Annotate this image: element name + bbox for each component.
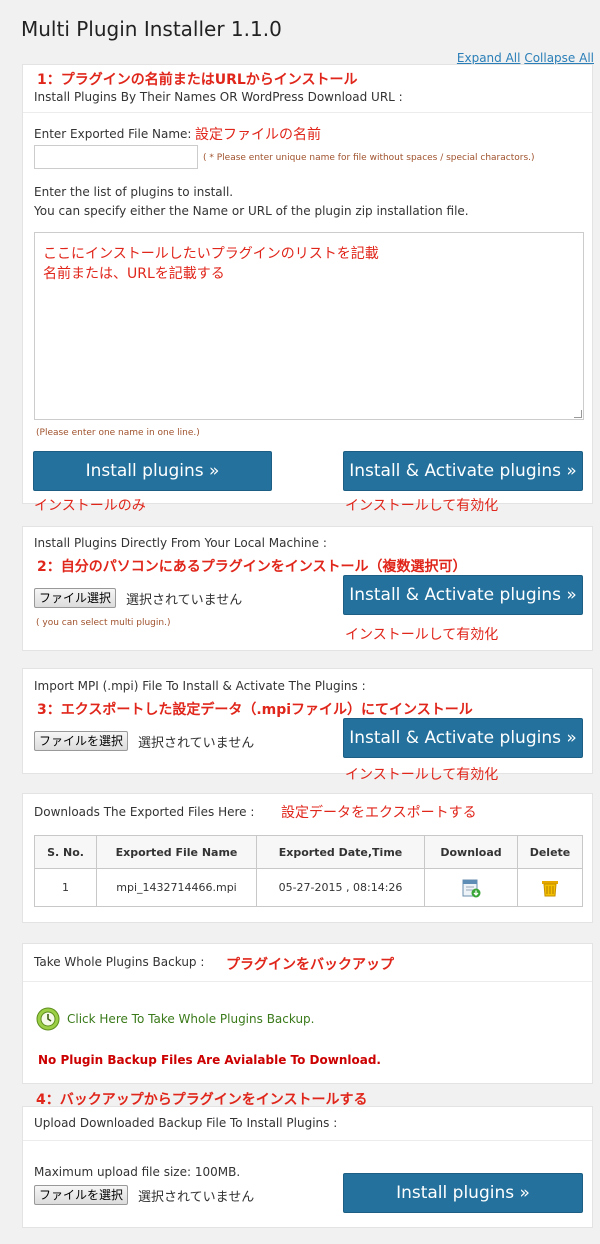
install-by-name-panel: 1：プラグインの名前またはURLからインストール Install Plugins… — [22, 64, 593, 514]
col-file-name: Exported File Name — [96, 835, 257, 869]
install-plugins-button[interactable]: Install plugins » — [33, 451, 272, 491]
section-3-heading: Import MPI (.mpi) File To Install & Acti… — [34, 679, 366, 693]
section-1-heading: Install Plugins By Their Names OR WordPr… — [34, 90, 403, 104]
textarea-line-2: 名前または、URLを記載する — [43, 266, 225, 282]
choose-files-button[interactable]: ファイル選択 — [34, 588, 117, 608]
no-backup-message: No Plugin Backup Files Are Avialable To … — [38, 1053, 381, 1067]
multi-select-note: ( you can select multi plugin.) — [36, 618, 171, 628]
import-mpi-panel: Import MPI (.mpi) File To Install & Acti… — [22, 668, 593, 783]
download-file-icon[interactable] — [460, 877, 482, 899]
col-datetime: Exported Date,Time — [256, 835, 425, 869]
row-sno: 1 — [34, 868, 97, 907]
upload-backup-panel: Upload Downloaded Backup File To Install… — [22, 1106, 593, 1228]
section-6-heading: Upload Downloaded Backup File To Install… — [34, 1116, 338, 1130]
install-backup-plugins-button[interactable]: Install plugins » — [343, 1173, 583, 1213]
trash-icon[interactable] — [539, 877, 561, 899]
local-machine-panel: Install Plugins Directly From Your Local… — [22, 526, 593, 651]
col-sno: S. No. — [34, 835, 97, 869]
row-datetime: 05-27-2015 , 08:14:26 — [256, 868, 425, 907]
exported-file-name-input[interactable] — [34, 145, 198, 169]
col-delete: Delete — [517, 835, 583, 869]
panel-header: Take Whole Plugins Backup : プラグインをバックアップ — [23, 944, 592, 982]
delete-cell — [517, 868, 583, 907]
backup-clock-icon[interactable] — [36, 1007, 60, 1031]
col-download: Download — [424, 835, 518, 869]
expand-collapse-links: Expand All Collapse All — [457, 51, 594, 65]
install-only-annotation: インストールのみ — [34, 498, 146, 514]
choose-mpi-file-button[interactable]: ファイルを選択 — [34, 731, 129, 751]
plugins-backup-panel: Take Whole Plugins Backup : プラグインをバックアップ… — [22, 943, 593, 1084]
section-4-annotation: 設定データをエクスポートする — [281, 805, 477, 821]
file-name-note: ( * Please enter unique name for file wi… — [203, 153, 535, 163]
install-activate-plugins-button[interactable]: Install & Activate plugins » — [343, 451, 583, 491]
install-activate-mpi-button[interactable]: Install & Activate plugins » — [343, 718, 583, 758]
mpi-button-annotation: インストールして有効化 — [345, 767, 499, 783]
download-cell — [424, 868, 518, 907]
resize-handle-icon[interactable] — [574, 410, 582, 418]
panel-header: 1：プラグインの名前またはURLからインストール Install Plugins… — [23, 65, 592, 113]
exported-files-table: S. No. Exported File Name Exported Date,… — [34, 835, 583, 907]
local-button-annotation: インストールして有効化 — [345, 627, 499, 643]
row-file-name: mpi_1432714466.mpi — [96, 868, 257, 907]
section-1-annotation: 1：プラグインの名前またはURLからインストール — [37, 72, 358, 88]
section-3-annotation: 3：エクスポートした設定データ（.mpiファイル）にてインストール — [37, 702, 473, 718]
section-5-heading: Take Whole Plugins Backup : — [34, 955, 205, 969]
page-title: Multi Plugin Installer 1.1.0 — [21, 17, 282, 41]
mpi-file-status: 選択されていません — [138, 736, 255, 751]
backup-file-status: 選択されていません — [138, 1190, 255, 1205]
section-5-annotation: プラグインをバックアップ — [226, 957, 394, 973]
file-name-annotation: 設定ファイルの名前 — [195, 127, 321, 143]
panel-header: Upload Downloaded Backup File To Install… — [23, 1107, 592, 1141]
section-2-heading: Install Plugins Directly From Your Local… — [34, 536, 327, 550]
plugin-list-label-1: Enter the list of plugins to install. — [34, 185, 234, 199]
textarea-note: (Please enter one name in one line.) — [36, 428, 200, 438]
textarea-line-1: ここにインストールしたいプラグインのリストを記載 — [43, 246, 379, 262]
take-backup-link[interactable]: Click Here To Take Whole Plugins Backup. — [67, 1012, 315, 1026]
max-upload-size: Maximum upload file size: 100MB. — [34, 1165, 241, 1179]
section-4-heading: Downloads The Exported Files Here : — [34, 805, 255, 819]
table-header-row: S. No. Exported File Name Exported Date,… — [34, 835, 583, 869]
file-name-label: Enter Exported File Name: — [34, 127, 192, 141]
install-activate-local-button[interactable]: Install & Activate plugins » — [343, 575, 583, 615]
expand-all-link[interactable]: Expand All — [457, 51, 521, 65]
file-status: 選択されていません — [126, 593, 243, 608]
exported-files-panel: Downloads The Exported Files Here : 設定デー… — [22, 793, 593, 923]
install-activate-annotation: インストールして有効化 — [345, 498, 499, 514]
section-2-annotation: 2：自分のパソコンにあるプラグインをインストール（複数選択可） — [37, 559, 467, 575]
choose-backup-file-button[interactable]: ファイルを選択 — [34, 1185, 129, 1205]
plugin-list-label-2: You can specify either the Name or URL o… — [34, 204, 469, 218]
collapse-all-link[interactable]: Collapse All — [524, 51, 594, 65]
plugin-list-textarea[interactable]: ここにインストールしたいプラグインのリストを記載 名前または、URLを記載する — [34, 232, 584, 420]
table-row: 1 mpi_1432714466.mpi 05-27-2015 , 08:14:… — [34, 868, 583, 907]
